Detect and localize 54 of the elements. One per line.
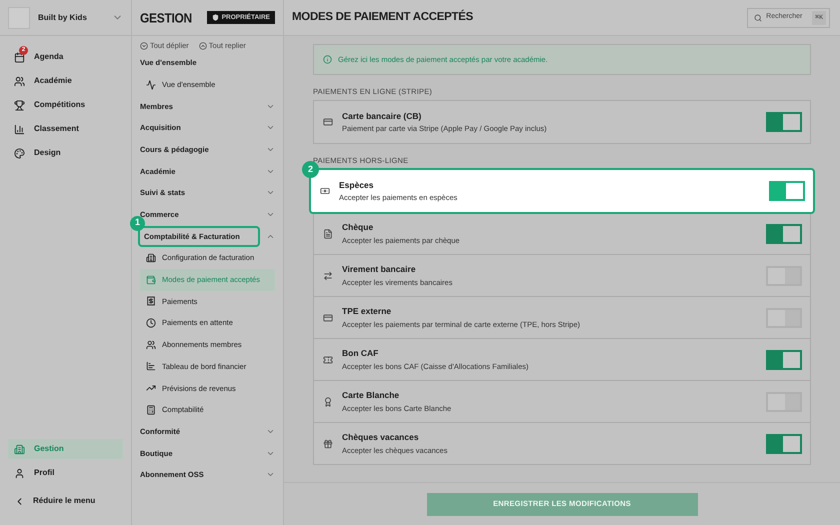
users-icon: [146, 340, 156, 350]
gift-icon: [323, 438, 333, 448]
trophy-icon: [14, 100, 25, 110]
activity-icon: [146, 80, 156, 90]
calendar-icon: [14, 52, 25, 62]
ticket-icon: [323, 354, 333, 364]
palette-icon: [14, 148, 25, 158]
method-name: Chèques vacances: [342, 431, 420, 444]
receipt-icon: [146, 296, 156, 306]
nav-item[interactable]: Design: [8, 143, 123, 163]
method-name: Bon CAF: [342, 347, 380, 360]
trend-icon: [146, 383, 156, 394]
method-name: Carte Blanche: [342, 389, 400, 402]
clock-icon: [146, 318, 156, 328]
nav-item[interactable]: Compétitions: [8, 95, 123, 115]
method-name: Virement bancaire: [342, 263, 417, 276]
building-icon: [14, 444, 25, 454]
info-icon: [323, 55, 332, 64]
nav-item[interactable]: Profil: [8, 463, 123, 483]
transfer-icon: [323, 270, 333, 280]
workspace-name[interactable]: Built by Kids: [38, 12, 104, 24]
toggle-switch[interactable]: [766, 112, 802, 132]
award-icon: [323, 396, 333, 406]
method-name: Chèque: [342, 221, 374, 234]
credit-card-icon: [323, 312, 333, 322]
toggle-switch[interactable]: [769, 181, 805, 201]
method-name: TPE externe: [342, 305, 392, 318]
shield-icon: [212, 14, 219, 21]
nav-item[interactable]: Académie: [8, 71, 123, 91]
tour-step-marker: 1: [130, 216, 145, 230]
chart-icon: [14, 124, 25, 134]
section-title: GESTION: [140, 8, 192, 28]
wallet-icon: [146, 274, 156, 285]
search-icon: [754, 14, 762, 22]
credit-card-icon: [323, 117, 333, 127]
chevron-circle-icon: [198, 42, 207, 50]
method-name: Espèces: [339, 178, 374, 192]
workspace-logo: [8, 6, 30, 28]
banknote-icon: [320, 186, 330, 196]
document-icon: [323, 228, 333, 238]
page-title: MODES DE PAIEMENT ACCEPTÉS: [292, 8, 474, 25]
toggle-switch[interactable]: [766, 350, 802, 370]
nav-item[interactable]: Classement: [8, 119, 123, 139]
bar-chart-icon: [146, 361, 156, 372]
users-icon: [14, 76, 25, 86]
calculator-icon: [146, 404, 156, 415]
toggle-switch[interactable]: [766, 434, 802, 454]
chevron-circle-icon: [140, 42, 148, 50]
method-name: Carte bancaire (CB): [342, 110, 422, 122]
collapse-menu-button[interactable]: Réduire le menu: [8, 491, 123, 511]
tour-step-marker: 2: [302, 161, 319, 178]
user-icon: [14, 468, 25, 478]
building-icon: [146, 253, 156, 264]
toggle-switch[interactable]: [766, 224, 802, 244]
